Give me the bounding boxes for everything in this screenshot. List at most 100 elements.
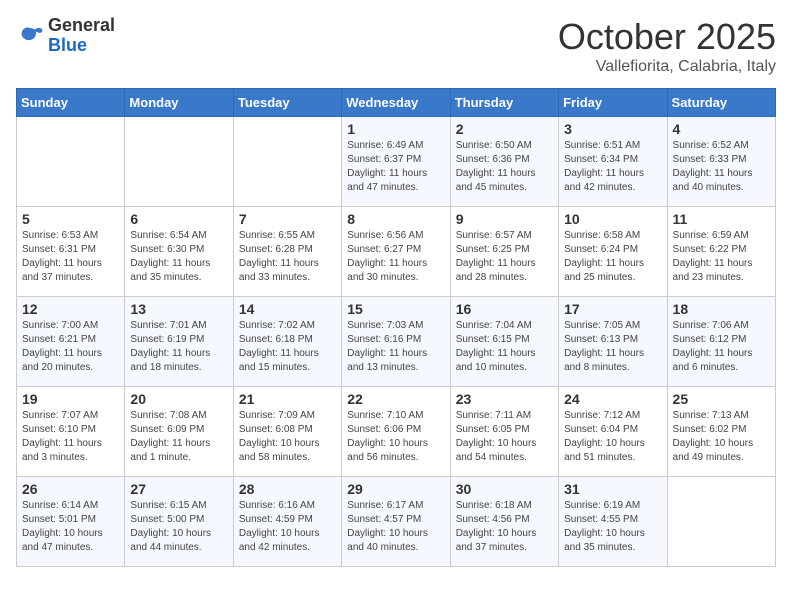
calendar-cell: 24 Sunrise: 7:12 AM Sunset: 6:04 PM Dayli…	[559, 387, 667, 477]
day-info: Sunrise: 7:05 AM Sunset: 6:13 PM Dayligh…	[564, 319, 661, 375]
day-info: Sunrise: 7:10 AM Sunset: 6:06 PM Dayligh…	[347, 409, 444, 465]
logo: General Blue	[16, 16, 115, 56]
day-number: 12	[22, 301, 119, 317]
day-info: Sunrise: 7:09 AM Sunset: 6:08 PM Dayligh…	[239, 409, 336, 465]
day-info: Sunrise: 7:00 AM Sunset: 6:21 PM Dayligh…	[22, 319, 119, 375]
day-number: 23	[456, 391, 553, 407]
calendar-cell: 4 Sunrise: 6:52 AM Sunset: 6:33 PM Daylig…	[667, 117, 775, 207]
calendar-header-row: SundayMondayTuesdayWednesdayThursdayFrid…	[17, 89, 776, 117]
day-number: 14	[239, 301, 336, 317]
calendar-cell: 13 Sunrise: 7:01 AM Sunset: 6:19 PM Dayli…	[125, 297, 233, 387]
day-info: Sunrise: 6:58 AM Sunset: 6:24 PM Dayligh…	[564, 229, 661, 285]
day-number: 29	[347, 481, 444, 497]
day-info: Sunrise: 6:55 AM Sunset: 6:28 PM Dayligh…	[239, 229, 336, 285]
calendar-cell: 26Sunrise: 6:14 AM Sunset: 5:01 PM Dayli…	[17, 477, 125, 567]
calendar-cell: 2 Sunrise: 6:50 AM Sunset: 6:36 PM Daylig…	[450, 117, 558, 207]
day-number: 26	[22, 481, 119, 497]
day-number: 2	[456, 121, 553, 137]
calendar-cell: 14 Sunrise: 7:02 AM Sunset: 6:18 PM Dayli…	[233, 297, 341, 387]
header-saturday: Saturday	[667, 89, 775, 117]
calendar-cell	[125, 117, 233, 207]
day-number: 20	[130, 391, 227, 407]
day-info: Sunrise: 7:12 AM Sunset: 6:04 PM Dayligh…	[564, 409, 661, 465]
day-number: 10	[564, 211, 661, 227]
calendar-cell: 6 Sunrise: 6:54 AM Sunset: 6:30 PM Daylig…	[125, 207, 233, 297]
day-number: 19	[22, 391, 119, 407]
calendar-table: SundayMondayTuesdayWednesdayThursdayFrid…	[16, 88, 776, 567]
day-number: 6	[130, 211, 227, 227]
calendar-cell: 28Sunrise: 6:16 AM Sunset: 4:59 PM Dayli…	[233, 477, 341, 567]
day-info: Sunrise: 6:50 AM Sunset: 6:36 PM Dayligh…	[456, 139, 553, 195]
calendar-cell: 21 Sunrise: 7:09 AM Sunset: 6:08 PM Dayli…	[233, 387, 341, 477]
calendar-cell: 17 Sunrise: 7:05 AM Sunset: 6:13 PM Dayli…	[559, 297, 667, 387]
day-info: Sunrise: 6:57 AM Sunset: 6:25 PM Dayligh…	[456, 229, 553, 285]
day-number: 3	[564, 121, 661, 137]
day-number: 8	[347, 211, 444, 227]
day-info: Sunrise: 6:15 AM Sunset: 5:00 PM Dayligh…	[130, 499, 227, 555]
calendar-cell: 11Sunrise: 6:59 AM Sunset: 6:22 PM Dayli…	[667, 207, 775, 297]
calendar-cell: 19 Sunrise: 7:07 AM Sunset: 6:10 PM Dayli…	[17, 387, 125, 477]
calendar-cell: 7 Sunrise: 6:55 AM Sunset: 6:28 PM Daylig…	[233, 207, 341, 297]
calendar-cell: 20 Sunrise: 7:08 AM Sunset: 6:09 PM Dayli…	[125, 387, 233, 477]
day-info: Sunrise: 7:02 AM Sunset: 6:18 PM Dayligh…	[239, 319, 336, 375]
calendar-cell: 18 Sunrise: 7:06 AM Sunset: 6:12 PM Dayli…	[667, 297, 775, 387]
day-info: Sunrise: 7:06 AM Sunset: 6:12 PM Dayligh…	[673, 319, 770, 375]
week-row-0: 1 Sunrise: 6:49 AM Sunset: 6:37 PM Daylig…	[17, 117, 776, 207]
day-number: 21	[239, 391, 336, 407]
header-sunday: Sunday	[17, 89, 125, 117]
week-row-4: 26Sunrise: 6:14 AM Sunset: 5:01 PM Dayli…	[17, 477, 776, 567]
day-info: Sunrise: 6:51 AM Sunset: 6:34 PM Dayligh…	[564, 139, 661, 195]
day-number: 7	[239, 211, 336, 227]
calendar-cell: 15 Sunrise: 7:03 AM Sunset: 6:16 PM Dayli…	[342, 297, 450, 387]
calendar-title: October 2025	[558, 16, 776, 58]
day-number: 4	[673, 121, 770, 137]
day-number: 1	[347, 121, 444, 137]
logo-general: General	[48, 16, 115, 36]
day-number: 18	[673, 301, 770, 317]
header-thursday: Thursday	[450, 89, 558, 117]
day-number: 15	[347, 301, 444, 317]
day-number: 24	[564, 391, 661, 407]
logo-bird-icon	[16, 22, 44, 50]
day-number: 25	[673, 391, 770, 407]
day-number: 27	[130, 481, 227, 497]
calendar-cell	[17, 117, 125, 207]
calendar-cell	[233, 117, 341, 207]
day-info: Sunrise: 7:08 AM Sunset: 6:09 PM Dayligh…	[130, 409, 227, 465]
day-info: Sunrise: 6:17 AM Sunset: 4:57 PM Dayligh…	[347, 499, 444, 555]
week-row-1: 5 Sunrise: 6:53 AM Sunset: 6:31 PM Daylig…	[17, 207, 776, 297]
day-info: Sunrise: 6:54 AM Sunset: 6:30 PM Dayligh…	[130, 229, 227, 285]
title-block: October 2025 Vallefiorita, Calabria, Ita…	[558, 16, 776, 76]
logo-blue: Blue	[48, 36, 115, 56]
calendar-subtitle: Vallefiorita, Calabria, Italy	[558, 58, 776, 76]
header-tuesday: Tuesday	[233, 89, 341, 117]
day-info: Sunrise: 7:03 AM Sunset: 6:16 PM Dayligh…	[347, 319, 444, 375]
calendar-cell: 3 Sunrise: 6:51 AM Sunset: 6:34 PM Daylig…	[559, 117, 667, 207]
page-header: General Blue October 2025 Vallefiorita, …	[16, 16, 776, 76]
day-number: 11	[673, 211, 770, 227]
calendar-cell: 30 Sunrise: 6:18 AM Sunset: 4:56 PM Dayli…	[450, 477, 558, 567]
calendar-cell: 22 Sunrise: 7:10 AM Sunset: 6:06 PM Dayli…	[342, 387, 450, 477]
day-info: Sunrise: 6:16 AM Sunset: 4:59 PM Dayligh…	[239, 499, 336, 555]
calendar-cell: 10 Sunrise: 6:58 AM Sunset: 6:24 PM Dayli…	[559, 207, 667, 297]
day-info: Sunrise: 7:07 AM Sunset: 6:10 PM Dayligh…	[22, 409, 119, 465]
day-number: 17	[564, 301, 661, 317]
header-friday: Friday	[559, 89, 667, 117]
day-number: 31	[564, 481, 661, 497]
day-number: 22	[347, 391, 444, 407]
day-number: 13	[130, 301, 227, 317]
day-info: Sunrise: 7:01 AM Sunset: 6:19 PM Dayligh…	[130, 319, 227, 375]
calendar-cell	[667, 477, 775, 567]
day-number: 5	[22, 211, 119, 227]
calendar-cell: 9 Sunrise: 6:57 AM Sunset: 6:25 PM Daylig…	[450, 207, 558, 297]
day-number: 9	[456, 211, 553, 227]
day-info: Sunrise: 7:04 AM Sunset: 6:15 PM Dayligh…	[456, 319, 553, 375]
day-info: Sunrise: 6:52 AM Sunset: 6:33 PM Dayligh…	[673, 139, 770, 195]
calendar-cell: 8 Sunrise: 6:56 AM Sunset: 6:27 PM Daylig…	[342, 207, 450, 297]
day-info: Sunrise: 6:49 AM Sunset: 6:37 PM Dayligh…	[347, 139, 444, 195]
header-monday: Monday	[125, 89, 233, 117]
day-info: Sunrise: 6:53 AM Sunset: 6:31 PM Dayligh…	[22, 229, 119, 285]
day-info: Sunrise: 6:18 AM Sunset: 4:56 PM Dayligh…	[456, 499, 553, 555]
day-number: 30	[456, 481, 553, 497]
day-info: Sunrise: 6:56 AM Sunset: 6:27 PM Dayligh…	[347, 229, 444, 285]
